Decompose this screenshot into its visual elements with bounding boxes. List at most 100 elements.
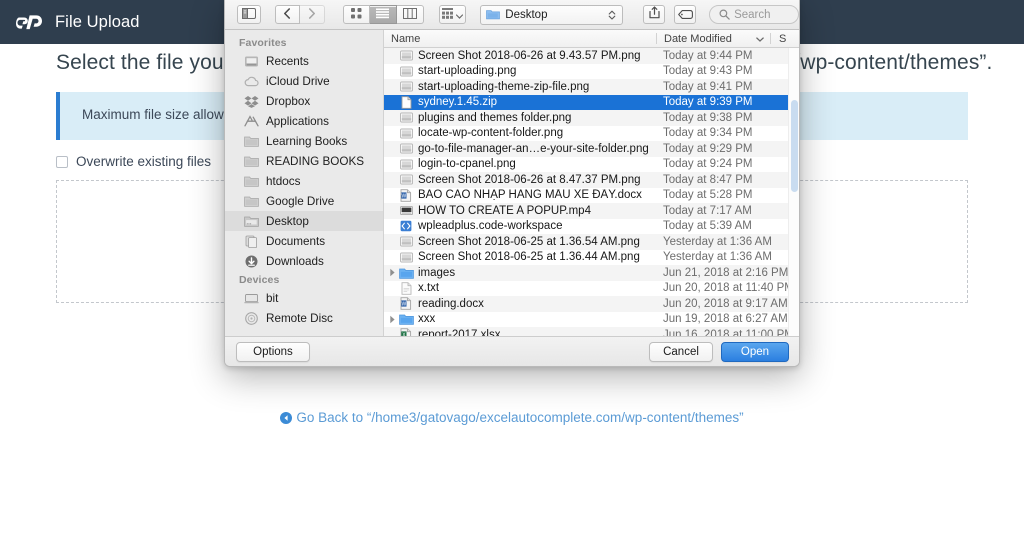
chevron-down-icon [756, 33, 764, 45]
table-row[interactable]: sydney.1.45.zip Today at 9:39 PM [384, 94, 799, 110]
sidebar-item-icloud-drive[interactable]: iCloud Drive [225, 71, 383, 91]
sidebar-item-label: Downloads [266, 254, 324, 268]
file-name: wpleadplus.code-workspace [418, 220, 563, 233]
icloud-icon [243, 76, 260, 87]
file-date-modified: Today at 9:39 PM [663, 96, 753, 109]
path-popup-label: Desktop [505, 8, 548, 21]
image-thumb-icon [398, 159, 414, 170]
overwrite-existing-files-row[interactable]: Overwrite existing files [56, 154, 211, 169]
sidebar-item-label: Remote Disc [266, 311, 333, 325]
sidebar-item-google-drive[interactable]: Google Drive [225, 191, 383, 211]
image-thumb-icon [398, 174, 414, 185]
overwrite-checkbox[interactable] [56, 155, 68, 168]
file-name: sydney.1.45.zip [418, 96, 498, 109]
image-thumb-icon [398, 143, 414, 154]
sidebar-item-label: Desktop [266, 214, 309, 228]
table-row[interactable]: Screen Shot 2018-06-25 at 1.36.54 AM.png… [384, 234, 799, 250]
table-row[interactable]: login-to-cpanel.png Today at 9:24 PM [384, 157, 799, 173]
sidebar-item-applications[interactable]: Applications [225, 111, 383, 131]
column-view-button[interactable] [396, 5, 424, 24]
image-thumb-icon [398, 252, 414, 263]
sidebar-item-label: Dropbox [266, 94, 311, 108]
file-date-modified: Jun 19, 2018 at 6:27 AM [663, 313, 788, 326]
table-row[interactable]: locate-wp-content-folder.png Today at 9:3… [384, 126, 799, 142]
table-row[interactable]: x.txt Jun 20, 2018 at 11:40 PM [384, 281, 799, 297]
image-thumb-icon [398, 50, 414, 61]
table-row[interactable]: Screen Shot 2018-06-26 at 8.47.37 PM.png… [384, 172, 799, 188]
folder-icon [243, 135, 260, 147]
column-header-date-modified[interactable]: Date Modified [657, 33, 770, 45]
file-date-modified: Yesterday at 1:36 AM [663, 251, 772, 264]
sidebar-item-label: Applications [266, 114, 330, 128]
text-file-icon [398, 282, 414, 295]
sidebar-item-downloads[interactable]: Downloads [225, 251, 383, 271]
sidebar-item-desktop[interactable]: Desktop [225, 211, 383, 231]
file-name: Screen Shot 2018-06-26 at 9.43.57 PM.png [418, 49, 641, 62]
recents-icon [243, 55, 260, 68]
file-list-scrollbar-thumb[interactable] [791, 100, 798, 192]
sidebar-item-bit[interactable]: bit [225, 288, 383, 308]
file-list-scrollbar[interactable] [788, 48, 799, 337]
open-button[interactable]: Open [721, 342, 789, 362]
disc-icon [243, 311, 260, 325]
go-back-text: Go Back to “/home3/gatovago/excelautocom… [296, 410, 744, 425]
icon-view-icon [350, 6, 362, 24]
dialog-sidebar[interactable]: Favorites Recents iCloud Drive Dropbox Appli… [225, 30, 384, 337]
file-date-modified: Today at 5:28 PM [663, 189, 753, 202]
table-row[interactable]: Wreading.docx Jun 20, 2018 at 9:17 AM [384, 296, 799, 312]
go-back-link[interactable]: Go Back to “/home3/gatovago/excelautocom… [0, 410, 1024, 427]
file-date-modified: Today at 9:43 PM [663, 65, 753, 78]
list-view-button[interactable] [369, 5, 397, 24]
group-by-button[interactable] [438, 5, 467, 24]
file-name: BÁO CÁO NHẬP HÀNG MẪU XE ĐẨY.docx [418, 189, 642, 202]
table-row[interactable]: go-to-file-manager-an…e-your-site-folder… [384, 141, 799, 157]
table-row[interactable]: xxx Jun 19, 2018 at 6:27 AM [384, 312, 799, 328]
table-row[interactable]: Screen Shot 2018-06-26 at 9.43.57 PM.png… [384, 48, 799, 64]
table-row[interactable]: images Jun 21, 2018 at 2:16 PM [384, 265, 799, 281]
table-row[interactable]: start-uploading-theme-zip-file.png Today … [384, 79, 799, 95]
back-button[interactable] [274, 5, 300, 24]
image-thumb-icon [398, 112, 414, 123]
applications-icon [243, 115, 260, 127]
sidebar-item-dropbox[interactable]: Dropbox [225, 91, 383, 111]
column-header-name[interactable]: Name [391, 33, 656, 45]
disclosure-triangle-icon[interactable] [386, 268, 398, 277]
sidebar-item-label: iCloud Drive [266, 74, 330, 88]
sidebar-item-htdocs[interactable]: htdocs [225, 171, 383, 191]
file-name: images [418, 266, 456, 279]
macos-open-file-dialog: Desktop Search Favorites Recents iCloud … [224, 0, 800, 367]
options-button[interactable]: Options [236, 342, 310, 362]
file-name: start-uploading-theme-zip-file.png [418, 80, 590, 93]
file-list-rows[interactable]: Screen Shot 2018-06-26 at 9.43.57 PM.png… [384, 48, 799, 337]
column-header-size[interactable]: S [779, 33, 786, 45]
file-name: go-to-file-manager-an…e-your-site-folder… [418, 142, 649, 155]
sidebar-toggle-button[interactable] [237, 5, 261, 24]
file-name: x.txt [418, 282, 440, 295]
share-button[interactable] [643, 5, 666, 24]
folder-icon [486, 9, 501, 20]
sidebar-item-documents[interactable]: Documents [225, 231, 383, 251]
table-row[interactable]: Screen Shot 2018-06-25 at 1.36.44 AM.png… [384, 250, 799, 266]
disclosure-triangle-icon[interactable] [386, 315, 398, 324]
icon-view-button[interactable] [342, 5, 370, 24]
dialog-footer: Options Cancel Open [225, 336, 799, 366]
sidebar-section-title: Devices [239, 274, 280, 286]
sidebar-item-recents[interactable]: Recents [225, 51, 383, 71]
sidebar-item-reading-books[interactable]: READING BOOKS [225, 151, 383, 171]
table-row[interactable]: HOW TO CREATE A POPUP.mp4 Today at 7:17 A… [384, 203, 799, 219]
cancel-button[interactable]: Cancel [649, 342, 713, 362]
table-row[interactable]: wpleadplus.code-workspace Today at 5:39 A… [384, 219, 799, 235]
search-input[interactable]: Search [709, 5, 799, 24]
sidebar-item-label: Google Drive [266, 194, 335, 208]
file-date-modified: Jun 20, 2018 at 9:17 AM [663, 297, 788, 310]
sidebar-item-remote-disc[interactable]: Remote Disc [225, 308, 383, 328]
table-row[interactable]: start-uploading.png Today at 9:43 PM [384, 64, 799, 80]
path-popup-button[interactable]: Desktop [480, 4, 624, 25]
tag-icon [677, 6, 693, 24]
table-row[interactable]: plugins and themes folder.png Today at 9:… [384, 110, 799, 126]
forward-button[interactable] [299, 5, 325, 24]
file-date-modified: Today at 9:41 PM [663, 80, 753, 93]
sidebar-item-learning-books[interactable]: Learning Books [225, 131, 383, 151]
table-row[interactable]: W BÁO CÁO NHẬP HÀNG MẪU XE ĐẨY.docx Today … [384, 188, 799, 204]
tag-button[interactable] [674, 5, 697, 24]
